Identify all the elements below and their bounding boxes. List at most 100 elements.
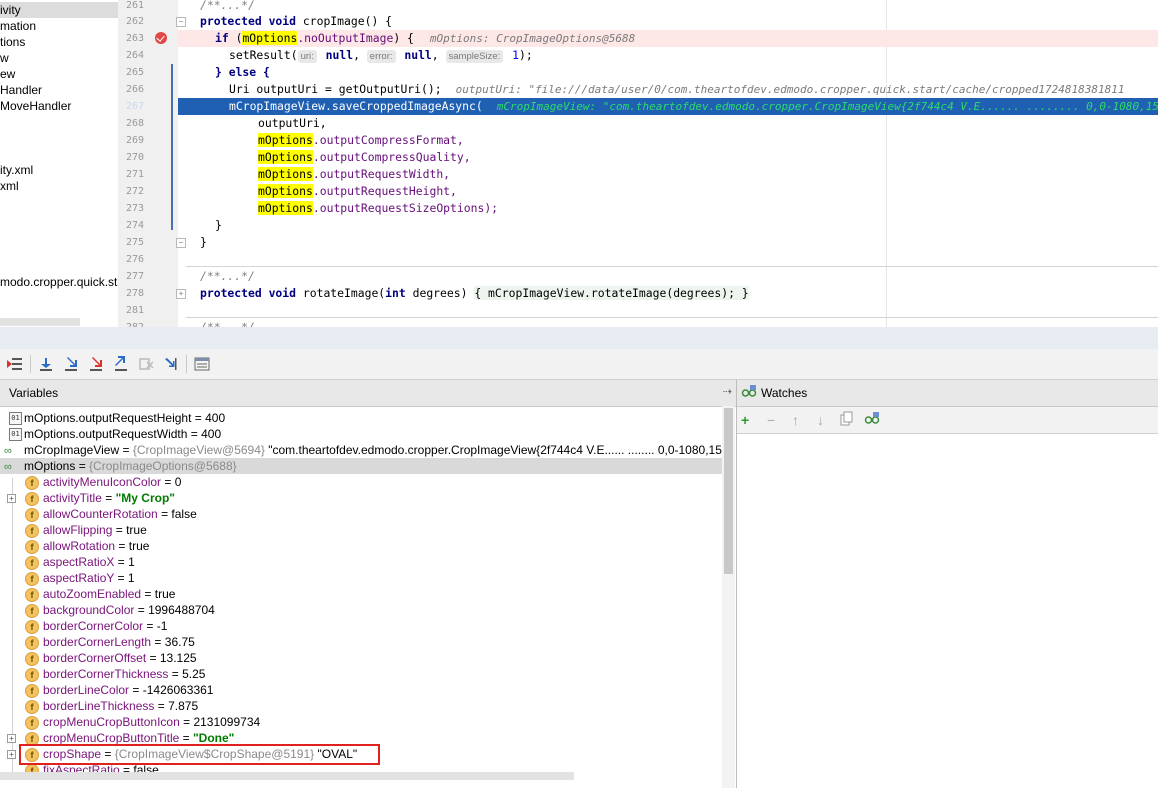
field-row[interactable]: f aspectRatioX = 1 bbox=[0, 554, 722, 570]
field-value: 2131099734 bbox=[193, 715, 261, 729]
copy-icon[interactable] bbox=[840, 411, 854, 431]
code-line-282[interactable]: /**...*/ bbox=[200, 319, 255, 327]
code-line-273[interactable]: mOptions.outputRequestSizeOptions); bbox=[258, 200, 498, 217]
field-row[interactable]: f borderLineThickness = 7.875 bbox=[0, 698, 722, 714]
field-row[interactable]: f backgroundColor = 1996488704 bbox=[0, 602, 722, 618]
expand-icon[interactable]: + bbox=[7, 734, 16, 743]
variable-row[interactable]: 01 mOptions.outputRequestHeight = 400 bbox=[0, 410, 722, 426]
force-step-into-icon[interactable] bbox=[87, 355, 105, 373]
move-up-icon[interactable]: ↑ bbox=[792, 411, 799, 429]
variable-name: mOptions bbox=[24, 459, 76, 473]
line-number: 281 bbox=[125, 305, 144, 316]
line-number: 267 bbox=[125, 101, 144, 112]
variable-row[interactable]: 01 mOptions.outputRequestWidth = 400 bbox=[0, 426, 722, 442]
field-icon: f bbox=[25, 604, 39, 618]
tree-item[interactable]: ew bbox=[0, 66, 15, 82]
tree-item[interactable]: tions bbox=[0, 34, 25, 50]
move-down-icon[interactable]: ↓ bbox=[817, 411, 824, 429]
tree-item[interactable]: w bbox=[0, 50, 9, 66]
field-eq: = bbox=[161, 475, 175, 489]
code-token: null bbox=[318, 48, 354, 62]
field-row[interactable]: f cropMenuCropButtonIcon = 2131099734 bbox=[0, 714, 722, 730]
evaluate-expression-icon[interactable] bbox=[193, 355, 211, 373]
expand-icon[interactable]: + bbox=[7, 750, 16, 759]
field-row[interactable]: f autoZoomEnabled = true bbox=[0, 586, 722, 602]
tree-item[interactable]: Handler bbox=[0, 82, 42, 98]
code-line-277[interactable]: /**...*/ bbox=[200, 268, 255, 285]
field-eq: = bbox=[179, 731, 193, 745]
breakpoint-icon[interactable] bbox=[155, 32, 167, 44]
code-line-263[interactable]: if (mOptions.noOutputImage) {mOptions: C… bbox=[215, 30, 635, 47]
code-line-261[interactable]: /**...*/ bbox=[200, 0, 255, 14]
fold-expand-icon[interactable]: + bbox=[176, 289, 186, 299]
expand-icon[interactable]: + bbox=[7, 494, 16, 503]
variable-eq: = bbox=[75, 459, 90, 473]
variable-ref: {CropImageOptions@5688} bbox=[89, 459, 237, 473]
field-icon: f bbox=[25, 620, 39, 634]
code-editor[interactable]: 261 262 263 264 265 266 267 268 269 270 … bbox=[118, 0, 1158, 327]
variables-horizontal-scrollbar[interactable] bbox=[0, 772, 574, 780]
code-token: ( bbox=[228, 31, 243, 45]
code-line-265[interactable]: } else { bbox=[215, 64, 270, 81]
code-token: if bbox=[215, 31, 229, 45]
tree-item[interactable]: modo.cropper.quick.sta bbox=[0, 274, 118, 290]
code-line-267[interactable]: mCropImageView.saveCroppedImageAsync(mCr… bbox=[229, 98, 1158, 115]
field-eq: = bbox=[114, 555, 129, 569]
scrollbar-thumb[interactable] bbox=[724, 408, 733, 574]
add-watch-icon[interactable]: + bbox=[741, 411, 749, 429]
code-line-274[interactable]: } bbox=[215, 217, 222, 234]
field-row[interactable]: f aspectRatioY = 1 bbox=[0, 570, 722, 586]
line-number: 269 bbox=[125, 135, 144, 146]
code-line-268[interactable]: outputUri, bbox=[258, 115, 327, 132]
code-token: .outputCompressQuality, bbox=[312, 150, 471, 164]
code-line-266[interactable]: Uri outputUri = getOutputUri(); outputUri… bbox=[229, 81, 1124, 98]
line-number: 273 bbox=[125, 203, 144, 214]
field-row[interactable]: f activityMenuIconColor = 0 bbox=[0, 474, 722, 490]
method-separator bbox=[186, 317, 1158, 318]
tree-item[interactable]: mation bbox=[0, 18, 36, 34]
remove-watch-icon[interactable]: − bbox=[767, 411, 775, 429]
code-line-275[interactable]: } bbox=[200, 234, 207, 251]
run-to-cursor-icon[interactable] bbox=[162, 355, 180, 373]
step-out-icon[interactable] bbox=[112, 355, 130, 373]
tree-item[interactable]: ivity bbox=[0, 2, 118, 18]
step-over-icon[interactable] bbox=[37, 355, 55, 373]
tree-item[interactable]: ity.xml bbox=[0, 162, 33, 178]
code-line-269[interactable]: mOptions.outputCompressFormat, bbox=[258, 132, 464, 149]
drop-frame-icon[interactable] bbox=[137, 355, 155, 373]
field-row[interactable]: f allowFlipping = true bbox=[0, 522, 722, 538]
field-row[interactable]: f borderCornerLength = 36.75 bbox=[0, 634, 722, 650]
code-line-271[interactable]: mOptions.outputRequestWidth, bbox=[258, 166, 450, 183]
code-token: .outputCompressFormat, bbox=[312, 133, 464, 147]
code-line-264[interactable]: setResult(uri: null, error: null, sample… bbox=[229, 47, 533, 64]
line-number: 271 bbox=[125, 169, 144, 180]
field-row[interactable]: + f activityTitle = "My Crop" bbox=[0, 490, 722, 506]
tree-horizontal-scrollbar[interactable] bbox=[0, 318, 80, 326]
show-execution-point-icon[interactable] bbox=[6, 355, 24, 373]
panel-pin-icon[interactable]: ⇢ bbox=[723, 385, 732, 398]
variable-row[interactable]: ∞ mCropImageView = {CropImageView@5694} … bbox=[0, 442, 755, 458]
param-hint: error: bbox=[366, 50, 396, 63]
field-row[interactable]: f borderLineColor = -1426063361 bbox=[0, 682, 722, 698]
tree-item[interactable]: xml bbox=[0, 178, 19, 194]
field-row[interactable]: f borderCornerThickness = 5.25 bbox=[0, 666, 722, 682]
code-line-278[interactable]: protected void rotateImage(int degrees) … bbox=[200, 285, 749, 302]
field-name: borderCornerOffset bbox=[43, 651, 147, 665]
folded-code-block[interactable]: { mCropImageView.rotateImage(degrees); } bbox=[474, 286, 749, 300]
field-row[interactable]: f borderCornerColor = -1 bbox=[0, 618, 722, 634]
code-line-262[interactable]: protected void cropImage() { bbox=[200, 13, 392, 30]
tree-item[interactable]: MoveHandler bbox=[0, 98, 71, 114]
line-number: 275 bbox=[125, 237, 144, 248]
code-line-270[interactable]: mOptions.outputCompressQuality, bbox=[258, 149, 471, 166]
code-token: .outputRequestHeight, bbox=[312, 184, 457, 198]
variables-vertical-scrollbar[interactable] bbox=[722, 406, 735, 788]
fold-collapse-icon[interactable]: − bbox=[176, 238, 186, 248]
watches-settings-icon[interactable] bbox=[864, 411, 880, 431]
code-line-272[interactable]: mOptions.outputRequestHeight, bbox=[258, 183, 457, 200]
step-into-icon[interactable] bbox=[62, 355, 80, 373]
field-row[interactable]: f allowCounterRotation = false bbox=[0, 506, 722, 522]
field-row[interactable]: f borderCornerOffset = 13.125 bbox=[0, 650, 722, 666]
fold-collapse-icon[interactable]: − bbox=[176, 17, 186, 27]
field-row[interactable]: f allowRotation = true bbox=[0, 538, 722, 554]
variable-row-selected[interactable]: ∞ mOptions = {CropImageOptions@5688} bbox=[0, 458, 722, 474]
